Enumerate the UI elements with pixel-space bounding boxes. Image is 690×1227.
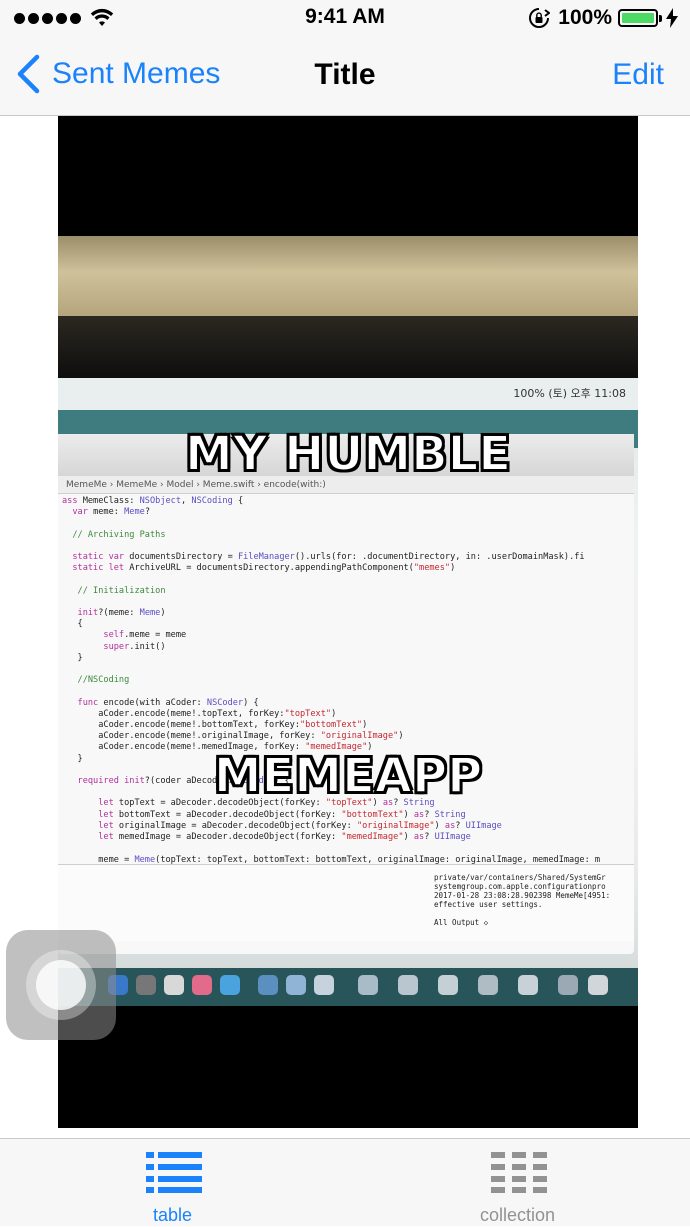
photo-debug-text: private/var/containers/Shared/SystemGr s… — [434, 873, 611, 927]
photo-dock-icon — [136, 975, 156, 995]
photo-dock-icon — [192, 975, 212, 995]
photo-dock-icon — [220, 975, 240, 995]
photo-dock-icon — [258, 975, 278, 995]
battery-percent: 100% — [558, 6, 612, 29]
photo-menubar-text: 100% (토) 오후 11:08 — [513, 387, 626, 400]
photo-bottom — [58, 1006, 638, 1128]
charging-icon — [666, 8, 678, 28]
photo-dock-icon — [286, 975, 306, 995]
assistive-touch-core — [36, 960, 86, 1010]
battery-icon — [618, 9, 658, 27]
back-button[interactable]: Sent Memes — [16, 54, 220, 94]
assistive-touch-button[interactable] — [6, 930, 116, 1040]
photo-menubar: 100% (토) 오후 11:08 — [58, 378, 638, 411]
photo-shelf — [58, 236, 638, 316]
back-button-label: Sent Memes — [52, 57, 221, 90]
battery-tip — [659, 14, 662, 22]
chevron-left-icon — [17, 54, 40, 94]
photo-dock-icon — [558, 975, 578, 995]
photo-dock-icon — [588, 975, 608, 995]
tab-bar: table collection — [0, 1138, 690, 1226]
photo-code: ass MemeClass: NSObject, NSCoding { var … — [62, 496, 601, 887]
photo-dock-icon — [518, 975, 538, 995]
navigation-bar: Sent Memes Title Edit — [0, 36, 690, 116]
photo-dock-icon — [478, 975, 498, 995]
grid-icon — [491, 1152, 547, 1193]
status-bar: 9:41 AM 100% — [0, 0, 690, 36]
photo-dock-icon — [438, 975, 458, 995]
edit-button[interactable]: Edit — [612, 58, 664, 92]
meme-image: 100% (토) 오후 11:08 MemeMe › MemeMe › Mode… — [58, 116, 638, 1128]
rotation-lock-icon — [529, 8, 551, 28]
photo-dock-icon — [314, 975, 334, 995]
tab-collection-label: collection — [479, 1205, 556, 1225]
photo-shadow — [58, 316, 638, 380]
photo-xcode-window: MemeMe › MemeMe › Model › Meme.swift › e… — [58, 434, 634, 954]
meme-top-text: MY HUMBLE — [184, 425, 512, 483]
tab-table[interactable]: table — [0, 1139, 345, 1227]
status-right: 100% — [528, 6, 678, 30]
tab-collection[interactable]: collection — [345, 1139, 690, 1227]
tab-table-label: table — [152, 1205, 193, 1225]
photo-debug-area: private/var/containers/Shared/SystemGr s… — [58, 864, 634, 941]
photo-dock-icon — [164, 975, 184, 995]
list-icon — [146, 1152, 202, 1193]
assistive-touch-ring — [26, 950, 96, 1020]
photo-dock-icon — [398, 975, 418, 995]
photo-dock-icon — [358, 975, 378, 995]
photo-dock — [58, 968, 638, 1006]
battery-fill — [622, 13, 654, 23]
meme-bottom-text: MEMEAPP — [213, 747, 484, 805]
